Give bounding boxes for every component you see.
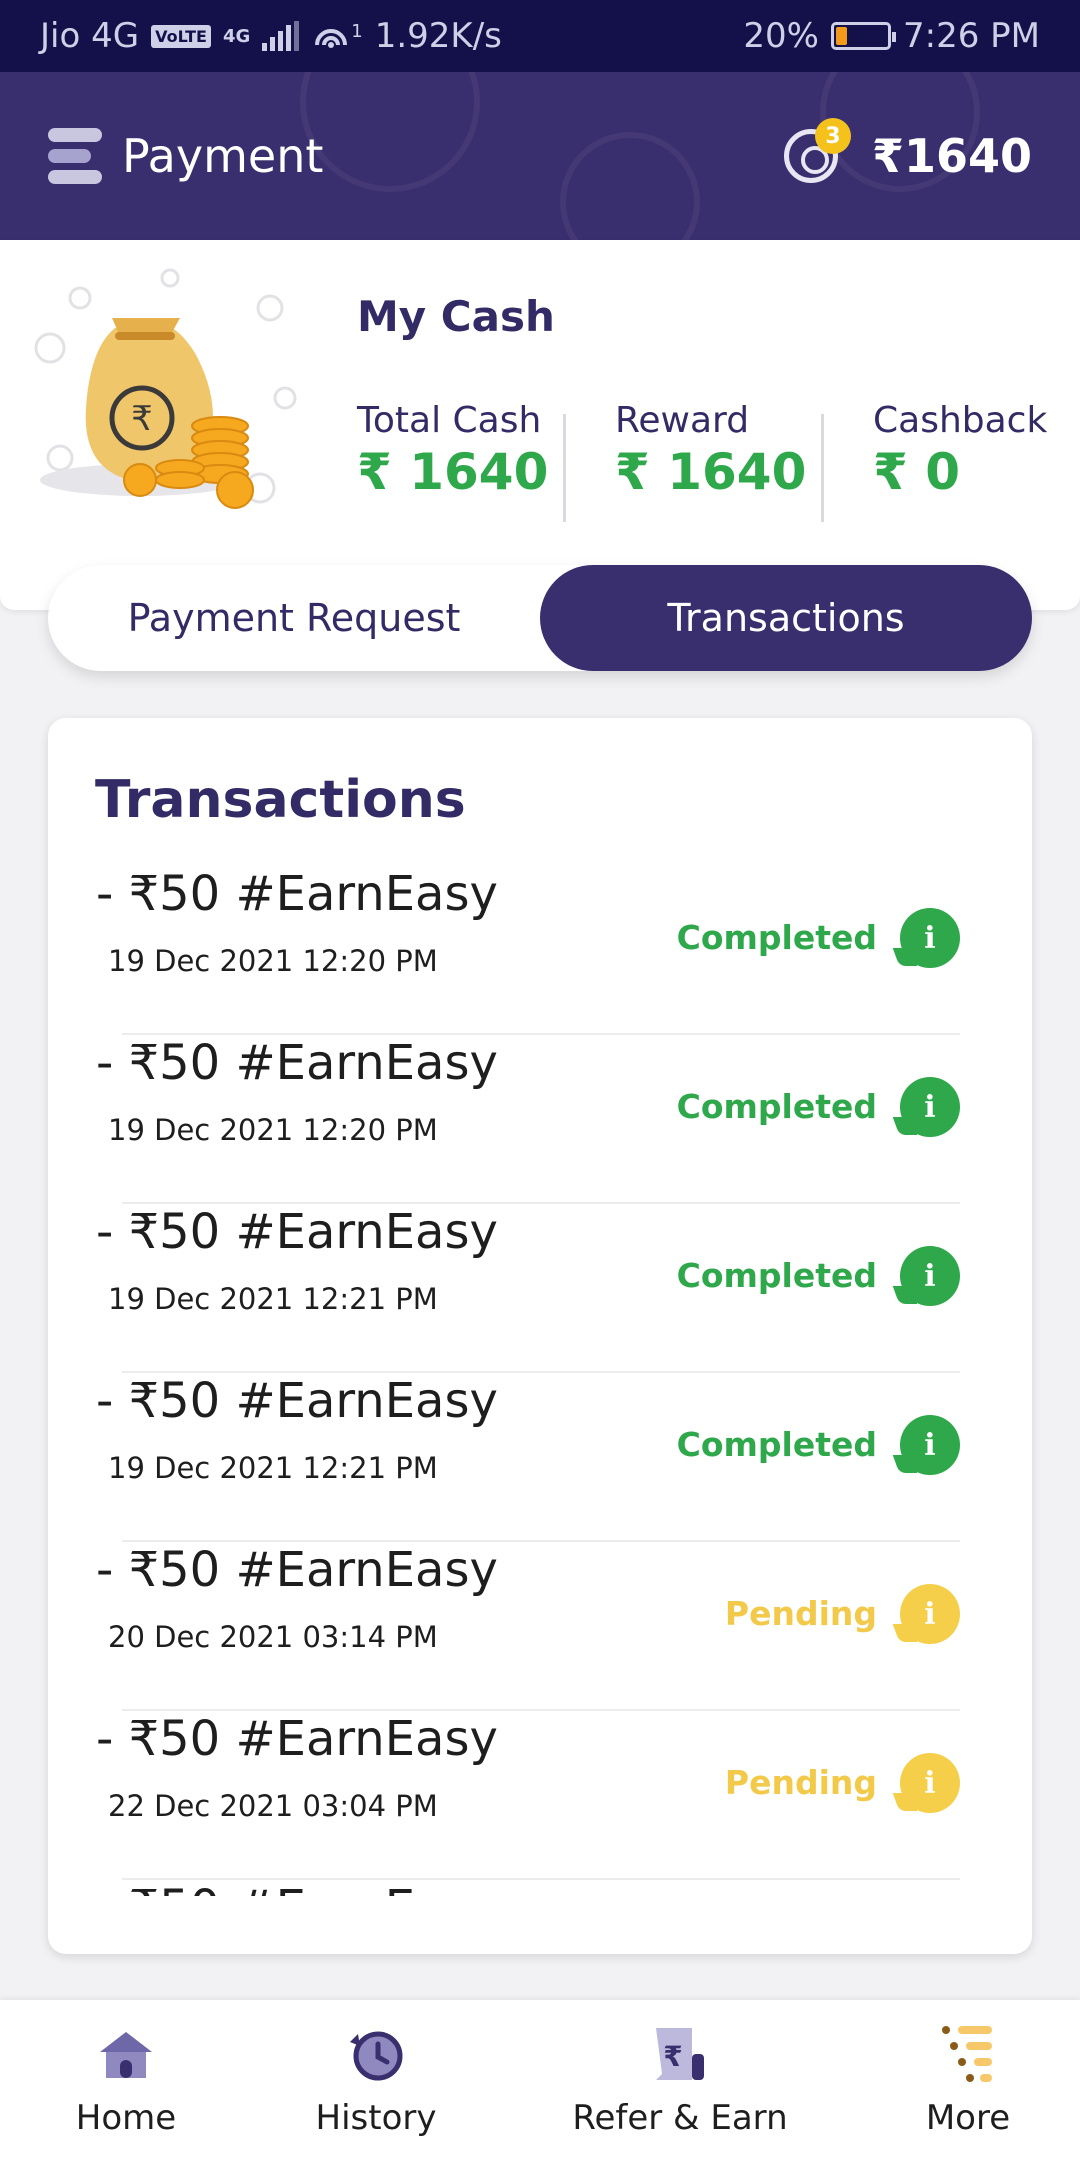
nav-more-label: More: [925, 2098, 1011, 2138]
nav-home-label: Home: [75, 2098, 177, 2138]
nav-home[interactable]: Home: [46, 2000, 206, 2160]
divider: [821, 414, 824, 522]
info-icon[interactable]: i: [900, 1753, 960, 1813]
nav-history[interactable]: History: [296, 2000, 456, 2160]
transactions-list[interactable]: - ₹50 #EarnEasy 19 Dec 2021 12:20 PM Compl…: [48, 866, 1032, 1896]
battery-percent: 20%: [743, 16, 819, 56]
payment-tabs: Payment Request Transactions: [48, 565, 1032, 671]
transaction-row[interactable]: - ₹50 #EarnEasy 19 Dec 2021 12:21 PM Compl…: [48, 1373, 1032, 1542]
nav-refer-earn-label: Refer & Earn: [572, 2098, 788, 2138]
cashback-label: Cashback: [873, 400, 1048, 441]
reward-label: Reward: [615, 400, 750, 441]
wallet-stack-icon[interactable]: [48, 128, 102, 184]
transaction-row[interactable]: - ₹50 #EarnEasy 19 Dec 2021 12:21 PM Compl…: [48, 1204, 1032, 1373]
carrier-text: Jio 4G: [40, 16, 140, 56]
total-cash-label: Total Cash: [357, 400, 542, 441]
nav-history-label: History: [315, 2098, 437, 2138]
info-icon[interactable]: i: [900, 1415, 960, 1475]
transaction-datetime: 19 Dec 2021 12:20 PM: [108, 1113, 438, 1147]
page-title: Payment: [122, 129, 324, 183]
transaction-row[interactable]: - ₹50 #EarnEasy 19 Dec 2021 12:20 PM Compl…: [48, 866, 1032, 1035]
divider: [563, 414, 566, 522]
transaction-datetime: 19 Dec 2021 12:20 PM: [108, 944, 438, 978]
my-cash-card: ₹ My Cash Total Cash ₹ 1640 Reward ₹ 164…: [0, 240, 1080, 610]
svg-text:₹: ₹: [663, 2040, 682, 2073]
refer-earn-icon: ₹: [656, 2028, 704, 2080]
transaction-amount: - ₹50 #EarnEasy: [96, 1542, 498, 1598]
info-icon[interactable]: i: [900, 1584, 960, 1644]
transaction-status: Completed: [676, 1256, 877, 1295]
signal-icon: [262, 21, 300, 51]
app-header: Payment 3 ₹1640: [0, 72, 1080, 240]
header-balance: ₹1640: [871, 129, 1032, 183]
transaction-status: Pending: [724, 1594, 877, 1633]
clock: 7:26 PM: [903, 16, 1040, 56]
network-speed: 1.92K/s: [374, 16, 502, 56]
transaction-row[interactable]: - ₹50 #EarnEasy: [48, 1880, 1032, 1896]
cashback-value: ₹ 0: [873, 443, 960, 501]
info-icon[interactable]: i: [900, 908, 960, 968]
transaction-amount: - ₹50 #EarnEasy: [96, 1711, 498, 1767]
hotspot-icon: 1: [311, 21, 363, 51]
transaction-status: Pending: [724, 1763, 877, 1802]
history-icon: [350, 2031, 403, 2081]
transaction-datetime: 19 Dec 2021 12:21 PM: [108, 1451, 438, 1485]
transaction-amount: - ₹50 #EarnEasy: [96, 1373, 498, 1429]
transaction-amount: - ₹50 #EarnEasy: [96, 866, 498, 922]
notification-badge: 3: [814, 118, 851, 154]
info-icon[interactable]: i: [900, 1077, 960, 1137]
transaction-amount: - ₹50 #EarnEasy: [96, 1880, 498, 1896]
svg-text:₹: ₹: [131, 399, 153, 439]
transaction-datetime: 19 Dec 2021 12:21 PM: [108, 1282, 438, 1316]
reward-value: ₹ 1640: [615, 443, 807, 501]
volte-icon: VoLTE: [151, 24, 211, 48]
network-type-text: 4G: [222, 25, 251, 47]
battery-icon: [831, 22, 896, 50]
info-icon[interactable]: i: [900, 1246, 960, 1306]
tab-payment-request[interactable]: Payment Request: [48, 565, 540, 671]
transaction-status: Completed: [676, 1087, 877, 1126]
transaction-amount: - ₹50 #EarnEasy: [96, 1035, 498, 1091]
transaction-amount: - ₹50 #EarnEasy: [96, 1204, 498, 1260]
coins-notification-icon[interactable]: 3: [783, 118, 851, 183]
cashback-cash: Cashback ₹ 0: [873, 400, 1047, 501]
my-cash-title: My Cash: [357, 292, 555, 341]
status-bar: Jio 4G VoLTE 4G 1 1.92K/s 20% 7:26 PM: [0, 0, 1080, 72]
nav-refer-earn[interactable]: ₹ Refer & Earn: [570, 2000, 790, 2160]
transaction-datetime: 20 Dec 2021 03:14 PM: [108, 1620, 438, 1654]
transaction-datetime: 22 Dec 2021 03:04 PM: [108, 1789, 438, 1823]
header-pattern: [560, 132, 700, 240]
battery-fill: [836, 27, 847, 45]
transactions-panel: Transactions - ₹50 #EarnEasy 19 Dec 2021 …: [48, 718, 1032, 1954]
nav-more[interactable]: More: [888, 2000, 1048, 2160]
transaction-row[interactable]: - ₹50 #EarnEasy 22 Dec 2021 03:04 PM Pendi…: [48, 1711, 1032, 1880]
tab-transactions[interactable]: Transactions: [540, 565, 1032, 671]
total-cash: Total Cash ₹ 1640: [357, 400, 548, 501]
more-menu-icon: [942, 2026, 992, 2082]
transaction-status: Completed: [676, 1425, 877, 1464]
total-cash-value: ₹ 1640: [357, 443, 549, 501]
transaction-row[interactable]: - ₹50 #EarnEasy 20 Dec 2021 03:14 PM Pendi…: [48, 1542, 1032, 1711]
money-bag-icon: ₹: [34, 268, 297, 509]
transaction-row[interactable]: - ₹50 #EarnEasy 19 Dec 2021 12:20 PM Compl…: [48, 1035, 1032, 1204]
bottom-navigation: Home History ₹ Refer & Earn More: [0, 2000, 1080, 2160]
transactions-title: Transactions: [95, 770, 466, 830]
hotspot-count: 1: [351, 21, 363, 42]
header-pattern: [300, 72, 480, 192]
transaction-status: Completed: [676, 918, 877, 957]
home-icon: [100, 2032, 152, 2078]
reward-cash: Reward ₹ 1640: [615, 400, 806, 501]
